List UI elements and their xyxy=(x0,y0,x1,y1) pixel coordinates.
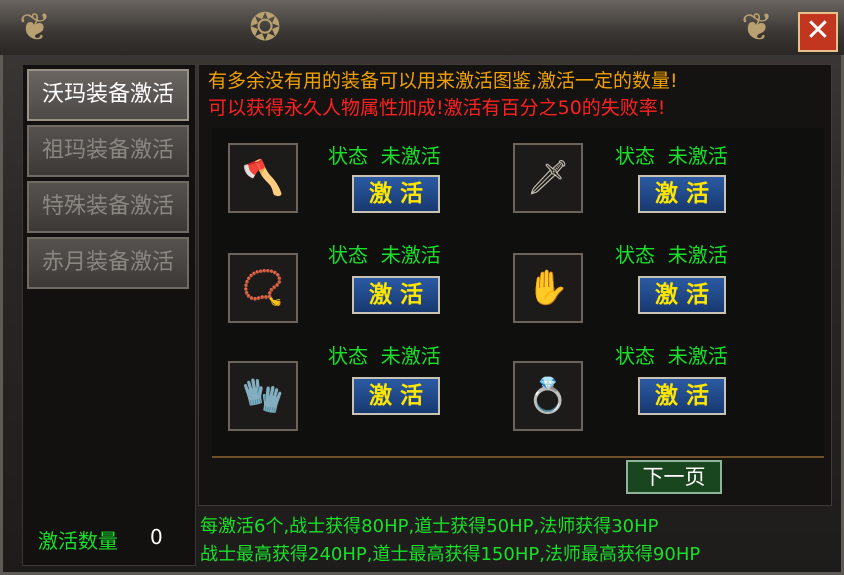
item-slot[interactable]: 📿 xyxy=(228,253,298,323)
ring-icon: 💍 xyxy=(526,376,570,416)
item-slot[interactable]: ✋ xyxy=(513,253,583,323)
glove-icon: 🧤 xyxy=(241,376,285,416)
activate-button[interactable]: 激 活 xyxy=(352,175,440,213)
status-label: 状态 xyxy=(615,144,655,168)
item-status: 状态 未激活 xyxy=(328,140,441,169)
status-value: 未激活 xyxy=(380,144,441,168)
dragon-ornament-right-icon: ❦ xyxy=(741,5,773,49)
item-slot[interactable]: 💍 xyxy=(513,361,583,431)
necklace-icon: 📿 xyxy=(241,268,285,308)
status-label: 状态 xyxy=(615,344,655,368)
tab-zuma-equipment[interactable]: 祖玛装备激活 xyxy=(27,125,189,177)
status-label: 状态 xyxy=(615,243,655,267)
notice-line-2: 可以获得永久人物属性加成!激活有百分之50的失败率! xyxy=(208,97,666,119)
tab-special-equipment[interactable]: 特殊装备激活 xyxy=(27,181,189,233)
item-status: 状态 未激活 xyxy=(328,239,441,268)
bracelet-icon: ✋ xyxy=(526,268,570,308)
dragon-ornament-left-icon: ❦ xyxy=(19,5,51,49)
item-slot[interactable]: 🗡 xyxy=(513,143,583,213)
info-line-2: 战士最高获得240HP,道士最高获得150HP,法师最高获得90HP xyxy=(200,544,701,565)
status-label: 状态 xyxy=(328,243,368,267)
status-value: 未激活 xyxy=(667,243,728,267)
tab-chiyue-equipment[interactable]: 赤月装备激活 xyxy=(27,237,189,289)
tab-woma-equipment[interactable]: 沃玛装备激活 xyxy=(27,69,189,121)
activate-button[interactable]: 激 活 xyxy=(352,276,440,314)
item-status: 状态 未激活 xyxy=(615,340,728,369)
activation-count-label: 激活数量 xyxy=(38,529,118,553)
item-status: 状态 未激活 xyxy=(328,340,441,369)
item-slot[interactable]: 🪓 xyxy=(228,143,298,213)
activate-button[interactable]: 激 活 xyxy=(352,377,440,415)
sidebar: 沃玛装备激活 祖玛装备激活 特殊装备激活 赤月装备激活 xyxy=(22,64,196,566)
status-label: 状态 xyxy=(328,144,368,168)
item-slot[interactable]: 🧤 xyxy=(228,361,298,431)
sword-icon: 🗡 xyxy=(526,158,570,198)
close-button[interactable]: ✕ xyxy=(798,12,838,52)
notice-line-1: 有多余没有用的装备可以用来激活图鉴,激活一定的数量! xyxy=(208,70,678,92)
item-status: 状态 未激活 xyxy=(615,140,728,169)
item-status: 状态 未激活 xyxy=(615,239,728,268)
activate-button[interactable]: 激 活 xyxy=(638,276,726,314)
axe-icon: 🪓 xyxy=(241,158,285,198)
status-value: 未激活 xyxy=(667,144,728,168)
status-label: 状态 xyxy=(328,344,368,368)
status-value: 未激活 xyxy=(380,243,441,267)
status-value: 未激活 xyxy=(667,344,728,368)
divider xyxy=(212,456,824,458)
crest-ornament-icon: ❂ xyxy=(249,5,281,49)
next-page-button[interactable]: 下一页 xyxy=(626,460,722,494)
activation-count-value: 0 xyxy=(150,525,163,549)
status-value: 未激活 xyxy=(380,344,441,368)
activate-button[interactable]: 激 活 xyxy=(638,377,726,415)
close-icon: ✕ xyxy=(805,13,831,48)
window-title-bar xyxy=(0,0,844,55)
info-line-1: 每激活6个,战士获得80HP,道士获得50HP,法师获得30HP xyxy=(200,516,659,537)
activate-button[interactable]: 激 活 xyxy=(638,175,726,213)
